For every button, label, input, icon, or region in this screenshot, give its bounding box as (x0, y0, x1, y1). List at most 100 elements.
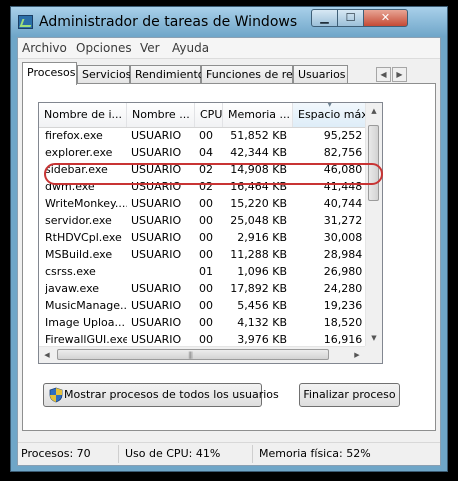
peak-space-cell: 82,756 K (323, 146, 365, 159)
user-name-cell (131, 263, 195, 280)
table-row[interactable]: sidebar.exe USUARIO 02 14,908 KB 46,080 K (39, 161, 365, 178)
user-name-cell: USUARIO (131, 333, 182, 346)
peak-space-cell: 41,448 K (323, 180, 365, 193)
user-name-cell: USUARIO (131, 231, 182, 244)
uac-shield-icon (49, 387, 63, 403)
process-list[interactable]: Nombre de i... Nombre ... CPU Memoria ..… (38, 102, 383, 364)
table-row[interactable]: MusicManage... USUARIO 00 5,456 KB 19,236 K (39, 297, 365, 314)
processes-panel: Nombre de i... Nombre ... CPU Memoria ..… (22, 83, 436, 431)
process-list-header: Nombre de i... Nombre ... CPU Memoria ..… (39, 103, 367, 128)
cpu-cell: 00 (199, 197, 213, 210)
cpu-cell: 02 (199, 163, 213, 176)
window-title: Administrador de tareas de Windows (39, 14, 298, 30)
scroll-up-icon[interactable]: ▲ (366, 103, 382, 119)
memory-cell: 1,096 KB (237, 265, 287, 278)
image-name-cell: FirewallGUI.exe (45, 333, 127, 346)
tab-strip: Procesos Servicios Rendimiento Funciones… (18, 62, 440, 85)
user-name-cell: USUARIO (131, 197, 182, 210)
menu-ver[interactable]: Ver (140, 41, 160, 55)
maximize-button[interactable]: ☐ (337, 9, 364, 27)
scroll-right-icon[interactable]: ▶ (349, 347, 365, 363)
image-name-cell: firefox.exe (45, 129, 103, 142)
status-memory: Memoria física: 52% (259, 447, 371, 460)
window-client-area: Archivo Opciones Ver Ayuda Procesos Serv… (17, 37, 441, 466)
peak-space-cell: 28,984 K (323, 248, 365, 261)
memory-cell: 5,456 KB (237, 299, 287, 312)
peak-space-cell: 30,008 K (323, 231, 365, 244)
user-name-cell: USUARIO (131, 282, 182, 295)
column-header-cpu[interactable]: CPU (195, 103, 223, 127)
image-name-cell: explorer.exe (45, 146, 113, 159)
peak-space-cell: 26,980 K (323, 265, 365, 278)
tab-servicios[interactable]: Servicios (77, 65, 131, 83)
memory-cell: 3,976 KB (237, 333, 287, 346)
memory-cell: 42,344 KB (230, 146, 287, 159)
horizontal-scroll-thumb[interactable]: ||| (57, 349, 329, 360)
vertical-scrollbar[interactable]: ▲ ▼ (365, 103, 382, 346)
tab-usuarios[interactable]: Usuarios (293, 65, 348, 83)
menu-archivo[interactable]: Archivo (22, 41, 67, 55)
table-row[interactable]: RtHDVCpl.exe USUARIO 00 2,916 KB 30,008 K (39, 229, 365, 246)
table-row[interactable]: servidor.exe USUARIO 00 25,048 KB 31,272 K (39, 212, 365, 229)
table-row[interactable]: Image Uploa... USUARIO 00 4,132 KB 18,520 K (39, 314, 365, 331)
table-row[interactable]: MSBuild.exe USUARIO 00 11,288 KB 28,984 K (39, 246, 365, 263)
vertical-scroll-thumb[interactable] (368, 125, 379, 201)
memory-cell: 11,288 KB (230, 248, 287, 261)
table-row[interactable]: WriteMonkey.... USUARIO 00 15,220 KB 40,744 … (39, 195, 365, 212)
cpu-cell: 00 (199, 282, 213, 295)
memory-cell: 51,852 KB (230, 129, 287, 142)
column-header-memory[interactable]: Memoria ... (223, 103, 293, 127)
minimize-button[interactable]: ▁ (311, 9, 338, 27)
close-button[interactable]: ✕ (363, 9, 408, 27)
tab-procesos[interactable]: Procesos (22, 62, 77, 85)
sort-descending-icon: ▼ (327, 103, 333, 108)
peak-space-cell: 24,280 K (323, 282, 365, 295)
user-name-cell: USUARIO (131, 180, 182, 193)
table-row[interactable]: firefox.exe USUARIO 00 51,852 KB 95,252 K (39, 127, 365, 144)
peak-space-cell: 40,744 K (323, 197, 365, 210)
user-name-cell: USUARIO (131, 299, 182, 312)
status-bar: Procesos: 70 Uso de CPU: 41% Memoria fís… (18, 442, 440, 465)
end-process-button[interactable]: Finalizar proceso (299, 383, 400, 407)
column-header-peak-space-label: Espacio máximo ... (298, 108, 367, 121)
task-manager-window: Administrador de tareas de Windows ▁ ☐ ✕… (10, 6, 448, 472)
table-row[interactable]: javaw.exe USUARIO 00 17,892 KB 24,280 K (39, 280, 365, 297)
cpu-cell: 00 (199, 316, 213, 329)
show-all-processes-button[interactable]: Mostrar procesos de todos los usuarios (43, 383, 279, 407)
tab-scroll-left-icon[interactable]: ◀ (376, 67, 391, 82)
image-name-cell: MusicManage... (45, 299, 127, 312)
table-row[interactable]: explorer.exe USUARIO 04 42,344 KB 82,756 K (39, 144, 365, 161)
table-row[interactable]: dwm.exe USUARIO 02 16,464 KB 41,448 K (39, 178, 365, 195)
scroll-left-icon[interactable]: ◀ (39, 347, 55, 363)
peak-space-cell: 95,252 K (323, 129, 365, 142)
column-header-image-name[interactable]: Nombre de i... (39, 103, 127, 127)
title-bar[interactable]: Administrador de tareas de Windows ▁ ☐ ✕ (11, 7, 447, 37)
image-name-cell: javaw.exe (45, 282, 100, 295)
tab-rendimiento[interactable]: Rendimiento (130, 65, 204, 83)
memory-cell: 25,048 KB (230, 214, 287, 227)
horizontal-scrollbar[interactable]: ◀ ||| ▶ (39, 346, 365, 363)
image-name-cell: csrss.exe (45, 265, 96, 278)
scroll-down-icon[interactable]: ▼ (366, 330, 382, 346)
menu-ayuda[interactable]: Ayuda (172, 41, 209, 55)
column-header-user-name[interactable]: Nombre ... (127, 103, 195, 127)
cpu-cell: 00 (199, 299, 213, 312)
user-name-cell: USUARIO (131, 146, 182, 159)
cpu-cell: 00 (199, 214, 213, 227)
status-processes: Procesos: 70 (21, 447, 91, 460)
menu-bar: Archivo Opciones Ver Ayuda (18, 38, 440, 59)
tab-funciones-de-red[interactable]: Funciones de red (201, 65, 300, 83)
user-name-cell: USUARIO (131, 214, 182, 227)
table-row[interactable]: FirewallGUI.exe USUARIO 00 3,976 KB 16,916 K (39, 331, 365, 346)
cpu-cell: 00 (199, 231, 213, 244)
table-row[interactable]: csrss.exe 01 1,096 KB 26,980 K (39, 263, 365, 280)
column-header-peak-space[interactable]: ▼ Espacio máximo ... (293, 103, 367, 127)
tab-scroll-right-icon[interactable]: ▶ (392, 67, 407, 82)
image-name-cell: dwm.exe (45, 180, 95, 193)
task-manager-icon (18, 15, 33, 29)
memory-cell: 4,132 KB (237, 316, 287, 329)
image-name-cell: servidor.exe (45, 214, 112, 227)
user-name-cell: USUARIO (131, 129, 182, 142)
memory-cell: 14,908 KB (230, 163, 287, 176)
menu-opciones[interactable]: Opciones (76, 41, 132, 55)
